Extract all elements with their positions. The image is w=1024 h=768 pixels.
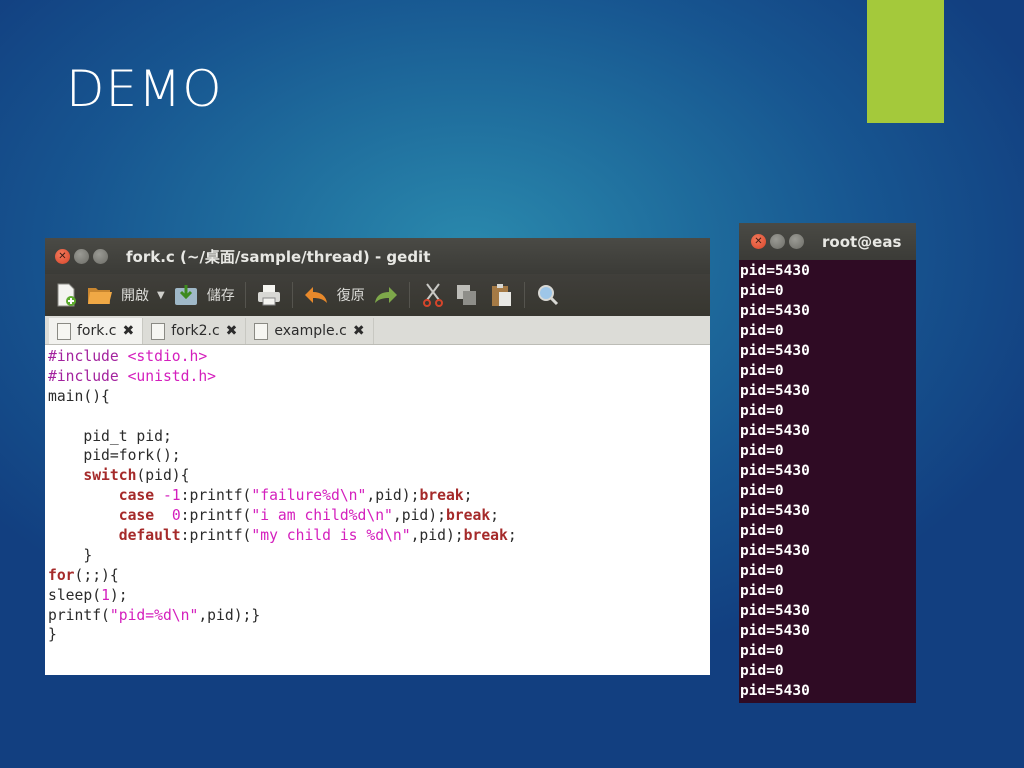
code-line: sleep(1);	[48, 586, 128, 604]
code-line: printf("pid=%d\n",pid);}	[48, 606, 261, 624]
gedit-window-title: fork.c (~/桌面/sample/thread) - gedit	[126, 247, 431, 266]
gedit-titlebar[interactable]: ✕ fork.c (~/桌面/sample/thread) - gedit	[45, 238, 710, 274]
terminal-line: pid=0	[740, 403, 784, 419]
terminal-line: pid=0	[740, 283, 784, 299]
terminal-line: pid=0	[740, 663, 784, 679]
undo-icon	[304, 287, 327, 303]
maximize-window-button[interactable]	[93, 248, 108, 264]
code-line: }	[48, 546, 93, 564]
terminal-line: pid=5430	[740, 343, 810, 359]
redo-icon	[374, 287, 397, 303]
code-line: }	[48, 626, 57, 644]
terminal-line: pid=5430	[740, 503, 810, 519]
terminal-line: pid=5430	[740, 423, 810, 439]
terminal-line: pid=0	[740, 583, 784, 599]
tab-fork-c[interactable]: fork.c ✖	[49, 318, 144, 344]
code-line: case -1:printf("failure%d\n",pid);break;	[118, 487, 473, 505]
print-button[interactable]	[256, 282, 282, 308]
terminal-line: pid=5430	[740, 543, 810, 559]
file-icon	[151, 322, 166, 340]
copy-button[interactable]	[454, 282, 480, 308]
gedit-tab-bar: fork.c ✖ fork2.c ✖ example.c ✖	[45, 316, 710, 345]
code-line: case 0:printf("i am child%d\n",pid);brea…	[118, 507, 500, 525]
open-label[interactable]: 開啟	[121, 285, 149, 305]
gedit-toolbar: 開啟 ▼ 儲存 復原	[45, 274, 710, 316]
file-icon	[57, 322, 71, 340]
terminal-line: pid=5430	[740, 463, 810, 479]
tab-example-c[interactable]: example.c ✖	[246, 318, 374, 344]
terminal-line: pid=5430	[740, 603, 810, 619]
terminal-line: pid=5430	[740, 303, 810, 319]
save-button[interactable]	[173, 282, 199, 308]
redo-button[interactable]	[373, 282, 399, 308]
save-icon	[174, 285, 197, 305]
toolbar-separator	[244, 282, 246, 308]
terminal-line: pid=5430	[740, 263, 810, 279]
code-line: pid_t pid;	[48, 427, 172, 445]
code-line: ​	[48, 407, 710, 427]
toolbar-separator	[291, 282, 293, 308]
terminal-line: pid=0	[740, 523, 784, 539]
maximize-window-button[interactable]	[789, 234, 804, 249]
slide-title: DEMO	[66, 60, 223, 118]
undo-button[interactable]	[303, 282, 329, 308]
minimize-window-button[interactable]	[770, 234, 785, 249]
undo-label[interactable]: 復原	[337, 285, 365, 305]
paste-icon	[491, 284, 511, 306]
tab-label: example.c	[274, 323, 347, 339]
new-document-button[interactable]	[53, 282, 79, 308]
accent-bar	[867, 0, 944, 123]
terminal-line: pid=0	[740, 363, 784, 379]
search-icon	[537, 285, 558, 306]
code-editor[interactable]: #include <stdio.h> #include <unistd.h> mai…	[45, 345, 710, 645]
new-document-icon	[57, 283, 76, 307]
save-label[interactable]: 儲存	[207, 285, 235, 305]
terminal-line: pid=5430	[740, 623, 810, 639]
code-line: pid=fork();	[48, 447, 181, 465]
terminal-titlebar[interactable]: ✕ root@eas	[739, 223, 916, 260]
tab-fork2-c[interactable]: fork2.c ✖	[143, 318, 247, 344]
terminal-window-title: root@eas	[822, 232, 902, 251]
terminal-window: ✕ root@eas pid=5430 pid=0 pid=5430 pid=0 pid…	[739, 223, 916, 703]
file-icon	[254, 322, 269, 340]
terminal-line: pid=0	[740, 483, 784, 499]
code-line: default:printf("my child is %d\n",pid);b…	[118, 527, 517, 545]
minimize-window-button[interactable]	[74, 248, 89, 264]
open-button[interactable]	[87, 282, 113, 308]
code-line: #include <stdio.h>	[48, 348, 208, 365]
search-button[interactable]	[535, 282, 561, 308]
folder-open-icon	[88, 288, 112, 304]
toolbar-separator	[408, 282, 410, 308]
cut-button[interactable]	[420, 282, 446, 308]
terminal-line: pid=0	[740, 563, 784, 579]
terminal-line: pid=0	[740, 443, 784, 459]
close-tab-icon[interactable]: ✖	[353, 323, 365, 339]
open-dropdown-icon[interactable]: ▼	[157, 290, 165, 301]
terminal-output[interactable]: pid=5430 pid=0 pid=5430 pid=0 pid=5430 pid=0 p…	[739, 260, 916, 701]
close-tab-icon[interactable]: ✖	[226, 323, 238, 339]
close-tab-icon[interactable]: ✖	[123, 323, 135, 339]
close-window-button[interactable]: ✕	[751, 234, 766, 249]
code-line: #include <unistd.h>	[48, 367, 217, 385]
print-icon	[257, 285, 280, 306]
cut-icon	[422, 283, 443, 307]
terminal-line: pid=5430	[740, 683, 810, 699]
paste-button[interactable]	[488, 282, 514, 308]
terminal-line: pid=5430	[740, 383, 810, 399]
tab-label: fork2.c	[171, 323, 220, 339]
code-line: for(;;){	[48, 566, 119, 584]
toolbar-separator	[523, 282, 525, 308]
code-line: switch(pid){	[83, 467, 190, 485]
terminal-line: pid=0	[740, 323, 784, 339]
terminal-line: pid=0	[740, 643, 784, 659]
gedit-window: ✕ fork.c (~/桌面/sample/thread) - gedit 開啟…	[45, 238, 710, 675]
tab-label: fork.c	[77, 323, 117, 339]
code-line: main(){	[48, 387, 110, 405]
copy-icon	[456, 285, 476, 305]
close-window-button[interactable]: ✕	[55, 248, 70, 264]
